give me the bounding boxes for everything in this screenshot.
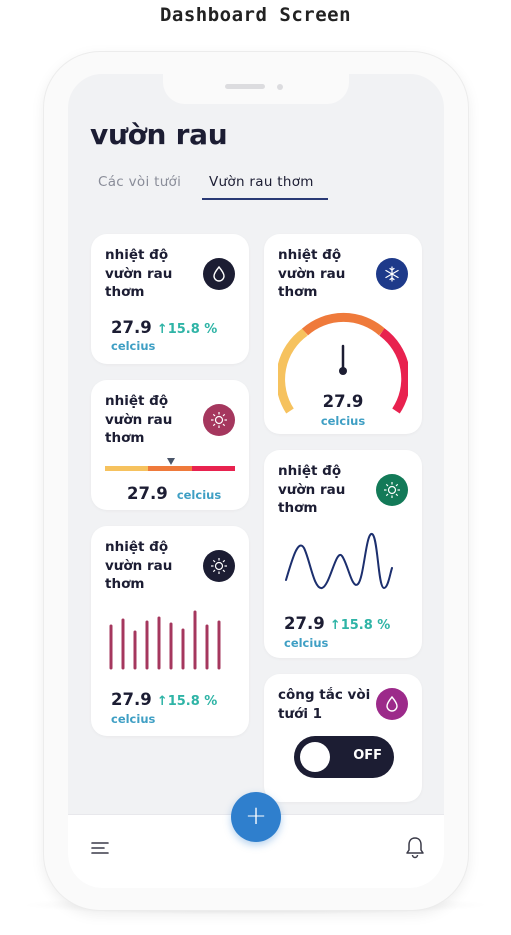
switch-knob: [300, 742, 330, 772]
sun-icon: [203, 550, 235, 582]
add-button[interactable]: +: [231, 792, 281, 842]
menu-icon[interactable]: [90, 839, 112, 857]
sun-icon: [203, 404, 235, 436]
unit-label: celcius: [176, 488, 222, 502]
valve-toggle-switch[interactable]: OFF: [294, 736, 394, 778]
wave-line: [285, 532, 393, 590]
gauge-needle-pivot: [339, 367, 347, 375]
speaker-grille: [225, 84, 265, 89]
temperature-value: 27.9: [111, 690, 152, 709]
temperature-scale-card[interactable]: nhiệt độ vườn rau thơm 27.9 celcius: [91, 380, 249, 510]
temperature-change: ↑15.8 %: [329, 618, 391, 633]
temperature-change: ↑15.8 %: [156, 694, 218, 709]
temperature-card[interactable]: nhiệt độ vườn rau thơm 27.9 ↑15.8 % celc…: [91, 234, 249, 364]
snowflake-icon: [376, 258, 408, 290]
phone-screen: vườn rau Các vòi tưới Vườn rau thơm nhiệ…: [68, 74, 444, 888]
active-tab-indicator: [202, 198, 328, 200]
temperature-value: 27.9: [284, 614, 325, 633]
notch: [163, 74, 349, 104]
card-title: nhiệt độ vườn rau thơm: [105, 247, 173, 300]
bar-chart: [109, 610, 221, 670]
temperature-scale-bar: [105, 466, 235, 471]
temperature-value: 27.9: [127, 484, 168, 503]
card-title: nhiệt độ vườn rau thơm: [105, 393, 173, 446]
temperature-value: 27.9: [111, 318, 152, 337]
temperature-value: 27.9: [322, 392, 364, 411]
temperature-change: ↑15.8 %: [156, 322, 218, 337]
temperature-bar-card[interactable]: nhiệt độ vườn rau thơm 27.9 ↑15.8 % celc…: [91, 526, 249, 736]
water-valve-switch-card[interactable]: công tắc vòi tưới 1 OFF: [264, 674, 422, 802]
card-title: nhiệt độ vườn rau thơm: [278, 463, 346, 516]
gauge-arc-mid: [302, 312, 385, 336]
switch-state-label: OFF: [353, 748, 382, 763]
water-drop-icon: [376, 688, 408, 720]
page-title: vườn rau: [90, 118, 228, 151]
bell-icon[interactable]: [404, 835, 426, 859]
scale-marker: [167, 458, 175, 465]
card-title: nhiệt độ vườn rau thơm: [105, 539, 173, 592]
temperature-gauge-card[interactable]: nhiệt độ vườn rau thơm 27.9 celcius: [264, 234, 422, 434]
tab-vuon-rau-thom[interactable]: Vườn rau thơm: [209, 174, 314, 190]
temperature-wave-card[interactable]: nhiệt độ vườn rau thơm 27.9 ↑15.8 % celc…: [264, 450, 422, 658]
tab-cac-voi-tuoi[interactable]: Các vòi tưới: [98, 174, 181, 190]
unit-label: celcius: [111, 339, 156, 353]
wave-chart: [285, 532, 393, 590]
card-title: nhiệt độ vườn rau thơm: [278, 247, 346, 300]
unit-label: celcius: [111, 712, 156, 726]
front-camera: [277, 84, 283, 90]
water-drop-icon: [203, 258, 235, 290]
sun-icon: [376, 474, 408, 506]
screen-caption: Dashboard Screen: [159, 4, 352, 26]
unit-label: celcius: [320, 414, 366, 428]
phone-frame: vườn rau Các vòi tưới Vườn rau thơm nhiệ…: [44, 52, 468, 910]
unit-label: celcius: [284, 636, 329, 650]
card-title: công tắc vòi tưới 1: [278, 687, 371, 722]
